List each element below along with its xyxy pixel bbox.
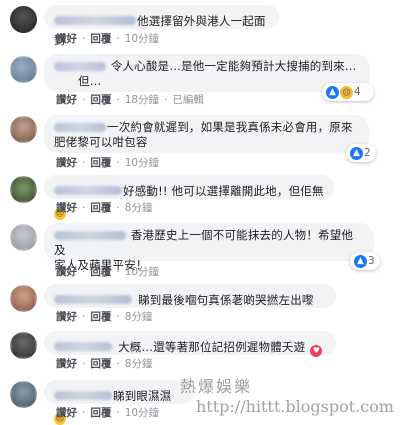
avatar[interactable] (10, 6, 37, 33)
reply-link[interactable]: 回覆 (90, 157, 111, 169)
like-link[interactable]: 讚好 (56, 33, 77, 45)
comment-time[interactable]: 10分鐘 (125, 33, 159, 45)
reply-link[interactable]: 回覆 (90, 358, 111, 370)
comment-bubble: 香港歷史上一個不可能抹去的人物！希望他及 家人及蘋果平安！ (44, 223, 374, 272)
commenter-name[interactable] (54, 16, 136, 25)
comment-text: 一次約會就遲到，如果是我真係未必會用，原來 (107, 120, 353, 134)
like-link[interactable]: 讚好 (56, 311, 77, 323)
watermark-title: 熱爆娛樂 (180, 377, 253, 396)
comment-time[interactable]: 10分鐘 (125, 407, 159, 419)
comment-bubble: 好感動!! 他可以選擇離開此地，但佢無 ☹ (44, 175, 334, 220)
like-link[interactable]: 讚好 (56, 94, 77, 106)
avatar[interactable] (10, 176, 37, 203)
comment-bubble: 大概…還等著那位記招例遲物體夭遊 ♥ (44, 331, 336, 357)
comment-time[interactable]: 8分鐘 (125, 311, 153, 323)
comment-text-line2: 肥佬黎可以咁包容 (54, 135, 148, 149)
comment-time[interactable]: 8分鐘 (125, 358, 153, 370)
like-link[interactable]: 讚好 (56, 266, 77, 278)
comment-actions: 讚好 · 回覆 · 8分鐘 (56, 311, 153, 323)
comment-text: 睇到眼濕濕 (113, 389, 172, 403)
avatar[interactable] (10, 224, 37, 251)
comment-actions: 讚好 · 回覆 · 18分鐘 · 已編輯 (56, 94, 204, 106)
reactions-badge[interactable]: ▲ 3 (350, 252, 380, 270)
comment-time[interactable]: 10分鐘 (125, 157, 159, 169)
commenter-name[interactable] (54, 123, 106, 132)
sad-reaction-icon: ☹ (340, 85, 353, 99)
avatar[interactable] (10, 116, 37, 143)
comment-bubble: 他選擇留外與港人一起面對 (44, 5, 279, 47)
avatar[interactable] (10, 56, 37, 83)
comment-bubble: 睇到眼濕濕 ☹ (44, 380, 194, 425)
like-reaction-icon: ▲ (326, 85, 339, 99)
like-reaction-icon: ▲ (350, 146, 363, 160)
reply-link[interactable]: 回覆 (90, 202, 111, 214)
reply-link[interactable]: 回覆 (90, 33, 111, 45)
commenter-name[interactable] (54, 295, 132, 304)
comment-text-line2: 但… (78, 74, 102, 88)
avatar[interactable] (10, 285, 37, 312)
avatar[interactable] (10, 332, 37, 359)
like-link[interactable]: 讚好 (56, 358, 77, 370)
comment-actions: 讚好 · 回覆 · 10分鐘 (56, 157, 160, 169)
comment-bubble: 一次約會就遲到，如果是我真係未必會用，原來 肥佬黎可以咁包容 (44, 115, 369, 153)
comment-time[interactable]: 8分鐘 (125, 202, 153, 214)
commenter-name[interactable] (54, 186, 122, 195)
commenter-name[interactable] (54, 391, 112, 400)
like-reaction-icon: ▲ (354, 254, 367, 268)
comment-text: 睇到最後嗰句真係荖啲哭撚左出嚟 (138, 293, 314, 307)
comment-bubble: 令人心酸是…是他一定能夠預計大搜捕的到來… 但… (44, 54, 370, 92)
watermark-url: http://hittt.blogspot.com (196, 397, 394, 416)
comment-actions: 讚好 · 回覆 · 10分鐘 (56, 407, 160, 419)
like-link[interactable]: 讚好 (56, 407, 77, 419)
reply-link[interactable]: 回覆 (90, 407, 111, 419)
reactions-badge[interactable]: ▲ 2 (346, 144, 376, 162)
reaction-count: 4 (354, 86, 361, 98)
reactions-badge[interactable]: ▲ ☹ 4 (322, 83, 374, 101)
reply-link[interactable]: 回覆 (90, 94, 111, 106)
comment-text: 令人心酸是…是他一定能夠預計大搜捕的到來… (110, 59, 357, 73)
comment-time[interactable]: 18分鐘 (125, 94, 159, 106)
reply-link[interactable]: 回覆 (90, 266, 111, 278)
reply-link[interactable]: 回覆 (90, 311, 111, 323)
comment-text: 大概…還等著那位記招例遲物體夭遊 (118, 340, 306, 354)
avatar[interactable] (10, 381, 37, 408)
like-link[interactable]: 讚好 (56, 202, 77, 214)
heart-eyes-emoji-icon: ♥ (310, 345, 323, 357)
commenter-name[interactable] (54, 342, 112, 351)
comment-text: 好感動!! 他可以選擇離開此地，但佢無 (123, 184, 324, 198)
comment-time[interactable]: 10分鐘 (125, 266, 159, 278)
commenter-name[interactable] (54, 62, 106, 71)
edited-label: 已編輯 (172, 94, 204, 106)
comment-bubble: 睇到最後嗰句真係荖啲哭撚左出嚟 (44, 284, 336, 308)
comment-actions: 讚好 · 回覆 · 8分鐘 (56, 202, 153, 214)
reaction-count: 3 (368, 255, 375, 267)
comment-actions: 讚好 · 回覆 · 10分鐘 (56, 266, 160, 278)
comment-actions: 讚好 · 回覆 · 10分鐘 (56, 33, 160, 45)
reaction-count: 2 (364, 147, 371, 159)
like-link[interactable]: 讚好 (56, 157, 77, 169)
commenter-name[interactable] (54, 231, 126, 240)
comment-actions: 讚好 · 回覆 · 8分鐘 (56, 358, 153, 370)
